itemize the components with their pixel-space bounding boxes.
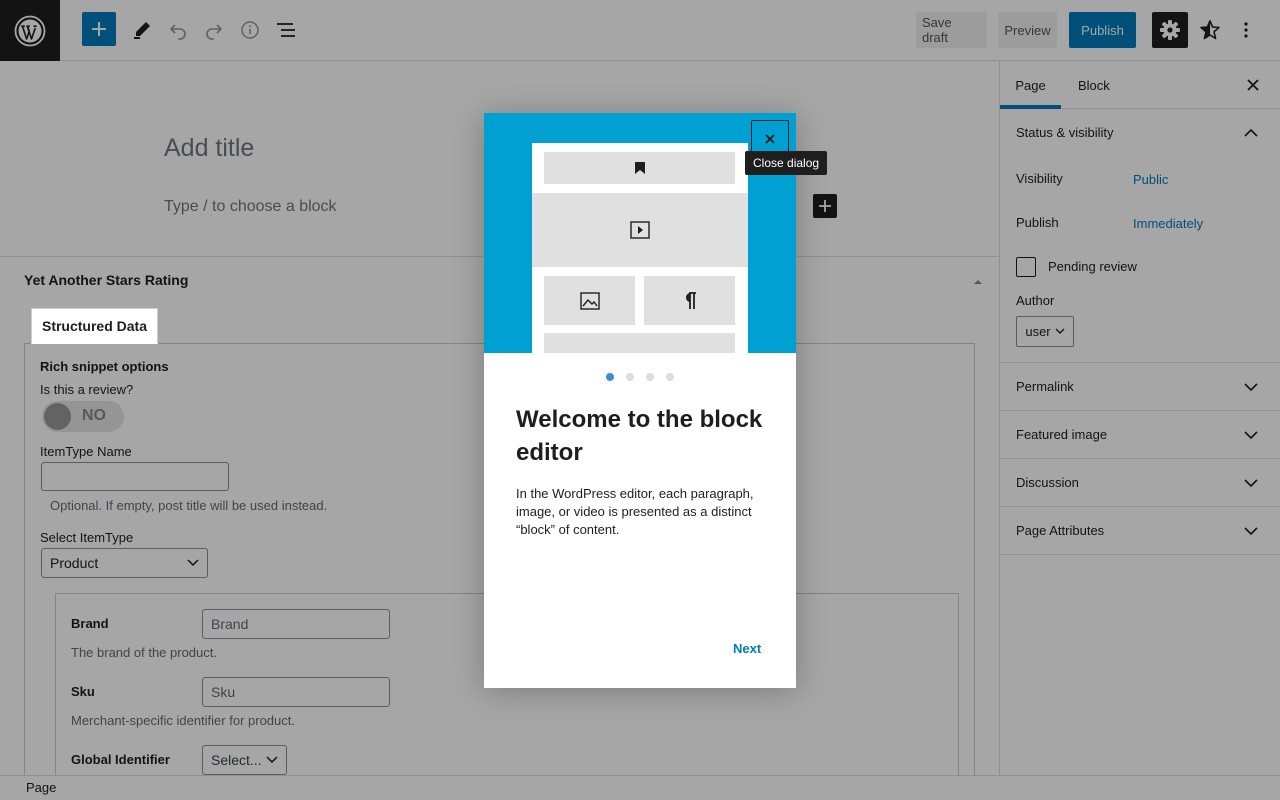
image-icon [579, 291, 600, 310]
guide-page-indicator [484, 373, 796, 383]
next-button[interactable]: Next [733, 641, 761, 656]
illustration-extra-block [544, 333, 735, 353]
tab-structured-data[interactable]: Structured Data [31, 308, 158, 344]
close-icon [765, 134, 775, 144]
illustration-image-block [544, 276, 635, 325]
illustration-bookmark-block [544, 152, 735, 184]
welcome-illustration [484, 113, 796, 353]
bookmark-icon [634, 162, 645, 174]
illustration-page [532, 143, 748, 353]
page-dot-1[interactable] [606, 373, 614, 381]
illustration-video-block [532, 193, 748, 267]
welcome-text: In the WordPress editor, each paragraph,… [516, 486, 754, 537]
video-play-icon [630, 221, 650, 239]
page-dot-4[interactable] [666, 373, 674, 381]
illustration-paragraph-block [644, 276, 735, 325]
paragraph-icon [685, 291, 696, 309]
page-dot-2[interactable] [626, 373, 634, 381]
welcome-heading: Welcome to the block editor [516, 406, 763, 466]
page-dot-3[interactable] [646, 373, 654, 381]
welcome-guide-dialog: Close dialog Welcome to the block editor… [484, 113, 828, 688]
close-dialog-tooltip: Close dialog [745, 151, 828, 175]
